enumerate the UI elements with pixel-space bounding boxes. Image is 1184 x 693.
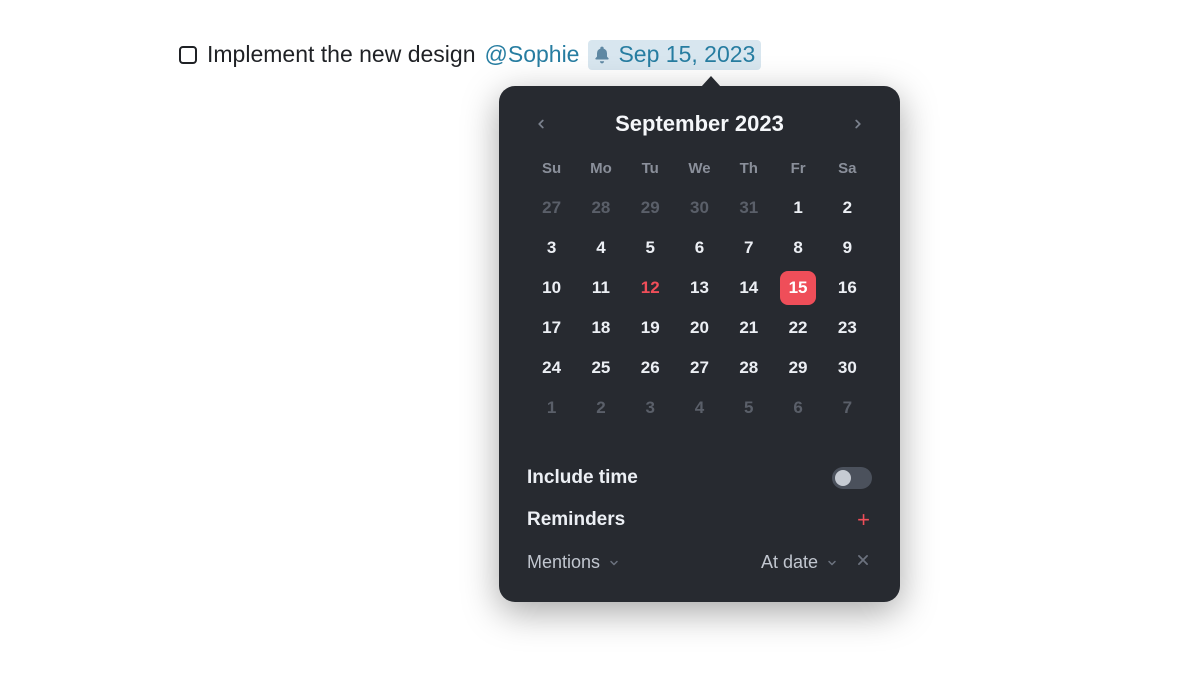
calendar-day[interactable]: 23: [823, 311, 872, 345]
calendar-day[interactable]: 30: [675, 191, 724, 225]
calendar-day[interactable]: 4: [675, 391, 724, 425]
calendar-day[interactable]: 30: [823, 351, 872, 385]
calendar-day[interactable]: 29: [773, 351, 822, 385]
prev-month-button[interactable]: [527, 110, 555, 138]
calendar-day[interactable]: 13: [675, 271, 724, 305]
chevron-down-icon: [608, 557, 620, 569]
calendar-day[interactable]: 2: [823, 191, 872, 225]
calendar-day[interactable]: 27: [675, 351, 724, 385]
calendar-day[interactable]: 1: [773, 191, 822, 225]
weekday-header: Fr: [773, 160, 822, 185]
calendar-day[interactable]: 3: [626, 391, 675, 425]
calendar-day[interactable]: 19: [626, 311, 675, 345]
calendar-day[interactable]: 16: [823, 271, 872, 305]
calendar-day[interactable]: 18: [576, 311, 625, 345]
weekday-header: Mo: [576, 160, 625, 185]
calendar-header: September 2023: [527, 110, 872, 138]
calendar-grid: SuMoTuWeThFrSa27282930311234567891011121…: [527, 160, 872, 425]
date-picker-popover: September 2023 SuMoTuWeThFrSa27282930311…: [499, 86, 900, 602]
calendar-day[interactable]: 9: [823, 231, 872, 265]
calendar-day[interactable]: 4: [576, 231, 625, 265]
calendar-day[interactable]: 28: [724, 351, 773, 385]
calendar-day[interactable]: 12: [626, 271, 675, 305]
weekday-header: We: [675, 160, 724, 185]
calendar-day[interactable]: 5: [626, 231, 675, 265]
calendar-day[interactable]: 6: [773, 391, 822, 425]
calendar-day[interactable]: 2: [576, 391, 625, 425]
task-date-text: Sep 15, 2023: [618, 41, 755, 69]
remove-reminder-button[interactable]: [854, 551, 872, 574]
calendar-day[interactable]: 7: [823, 391, 872, 425]
reminders-label: Reminders: [527, 509, 625, 531]
calendar-day[interactable]: 15: [780, 271, 816, 305]
calendar-day[interactable]: 10: [527, 271, 576, 305]
calendar-day[interactable]: 29: [626, 191, 675, 225]
calendar-day[interactable]: 31: [724, 191, 773, 225]
weekday-header: Sa: [823, 160, 872, 185]
reminder-type-value: Mentions: [527, 552, 600, 573]
chevron-down-icon: [826, 557, 838, 569]
calendar-day[interactable]: 11: [576, 271, 625, 305]
bell-icon: [592, 45, 612, 65]
include-time-toggle[interactable]: [832, 467, 872, 489]
calendar-day[interactable]: 21: [724, 311, 773, 345]
next-month-button[interactable]: [844, 110, 872, 138]
calendar-day[interactable]: 22: [773, 311, 822, 345]
reminders-header-row: Reminders +: [527, 507, 872, 533]
month-title: September 2023: [615, 111, 784, 137]
calendar-day[interactable]: 6: [675, 231, 724, 265]
include-time-label: Include time: [527, 467, 638, 489]
calendar-day[interactable]: 14: [724, 271, 773, 305]
calendar-day[interactable]: 17: [527, 311, 576, 345]
task-row: Implement the new design @Sophie Sep 15,…: [179, 40, 761, 70]
weekday-header: Th: [724, 160, 773, 185]
calendar-day[interactable]: 7: [724, 231, 773, 265]
calendar-day[interactable]: 27: [527, 191, 576, 225]
calendar-day[interactable]: 25: [576, 351, 625, 385]
reminder-type-dropdown[interactable]: Mentions: [527, 552, 620, 573]
calendar-day[interactable]: 26: [626, 351, 675, 385]
calendar-day[interactable]: 3: [527, 231, 576, 265]
calendar-day[interactable]: 1: [527, 391, 576, 425]
calendar-day[interactable]: 24: [527, 351, 576, 385]
reminder-timing-value: At date: [761, 552, 818, 573]
toggle-knob: [835, 470, 851, 486]
reminder-timing-dropdown[interactable]: At date: [761, 552, 838, 573]
calendar-day[interactable]: 20: [675, 311, 724, 345]
task-text: Implement the new design: [207, 41, 476, 69]
include-time-row: Include time: [527, 467, 872, 489]
reminder-row: Mentions At date: [527, 551, 872, 574]
task-mention[interactable]: @Sophie: [485, 41, 580, 69]
weekday-header: Su: [527, 160, 576, 185]
add-reminder-button[interactable]: +: [855, 507, 872, 533]
calendar-day[interactable]: 28: [576, 191, 625, 225]
task-checkbox[interactable]: [179, 46, 197, 64]
calendar-day[interactable]: 5: [724, 391, 773, 425]
task-date-chip[interactable]: Sep 15, 2023: [588, 40, 761, 70]
calendar-day[interactable]: 8: [773, 231, 822, 265]
weekday-header: Tu: [626, 160, 675, 185]
